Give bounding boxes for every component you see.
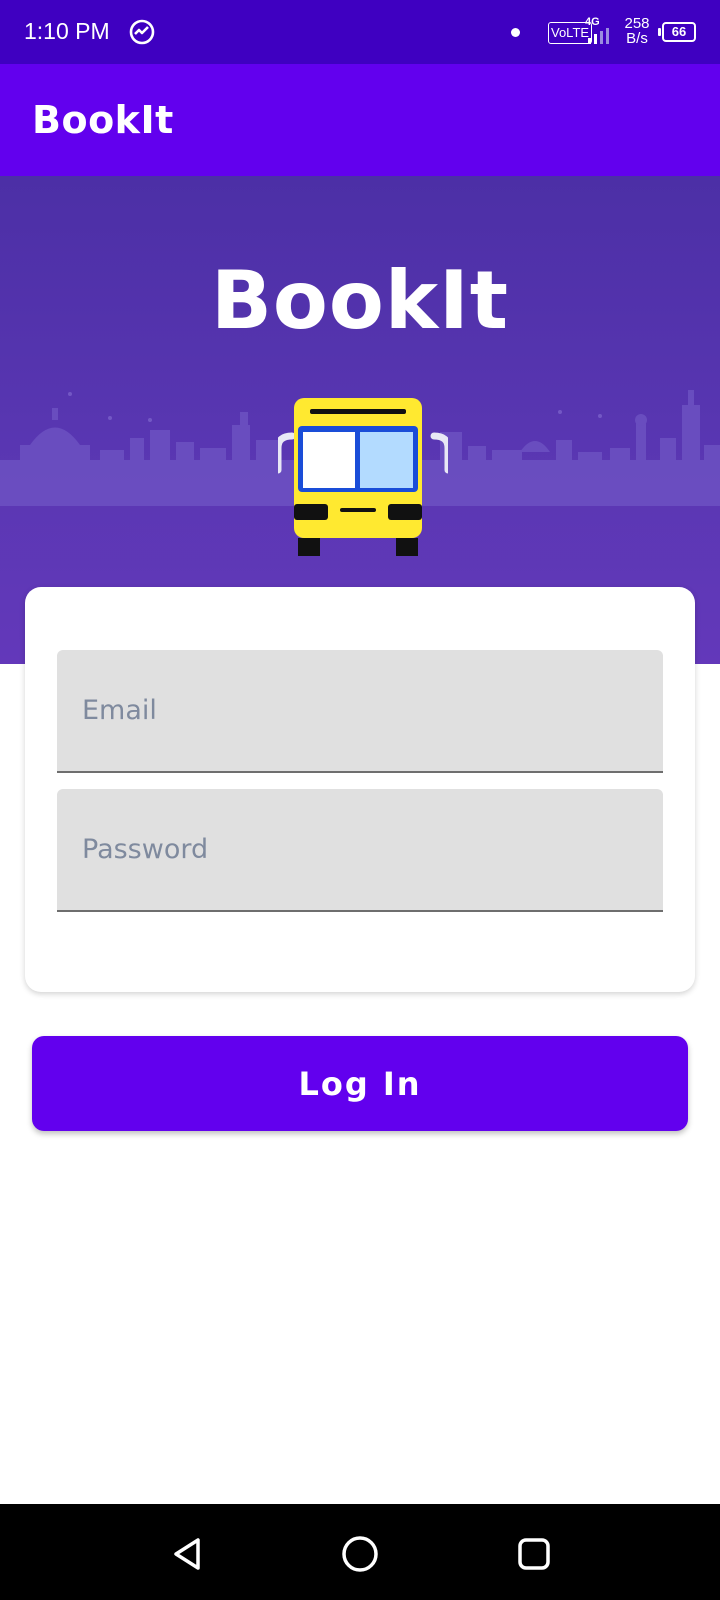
status-bar: 1:10 PM VoLTE 4G 258 B/s 66 (0, 0, 720, 64)
back-icon[interactable] (168, 1534, 208, 1574)
hero-logo: BookIt (210, 254, 510, 347)
login-button[interactable]: Log In (32, 1036, 688, 1131)
network-speed: 258 B/s (624, 15, 650, 47)
network-type-indicator: 4G (585, 16, 600, 28)
signal-icon (588, 28, 609, 44)
battery-icon: 66 (658, 22, 696, 42)
bus-icon (278, 398, 448, 556)
status-time: 1:10 PM (24, 18, 110, 44)
login-card (25, 587, 695, 992)
navigation-bar (0, 1504, 720, 1600)
recents-icon[interactable] (514, 1534, 554, 1574)
activity-icon (129, 19, 155, 45)
home-icon[interactable] (340, 1534, 380, 1574)
notification-dot-icon (511, 28, 520, 37)
password-field[interactable] (57, 789, 663, 912)
email-input[interactable] (57, 650, 663, 771)
password-input[interactable] (57, 789, 663, 910)
app-bar: BookIt (0, 64, 720, 176)
email-field[interactable] (57, 650, 663, 773)
app-bar-title: BookIt (32, 98, 174, 142)
